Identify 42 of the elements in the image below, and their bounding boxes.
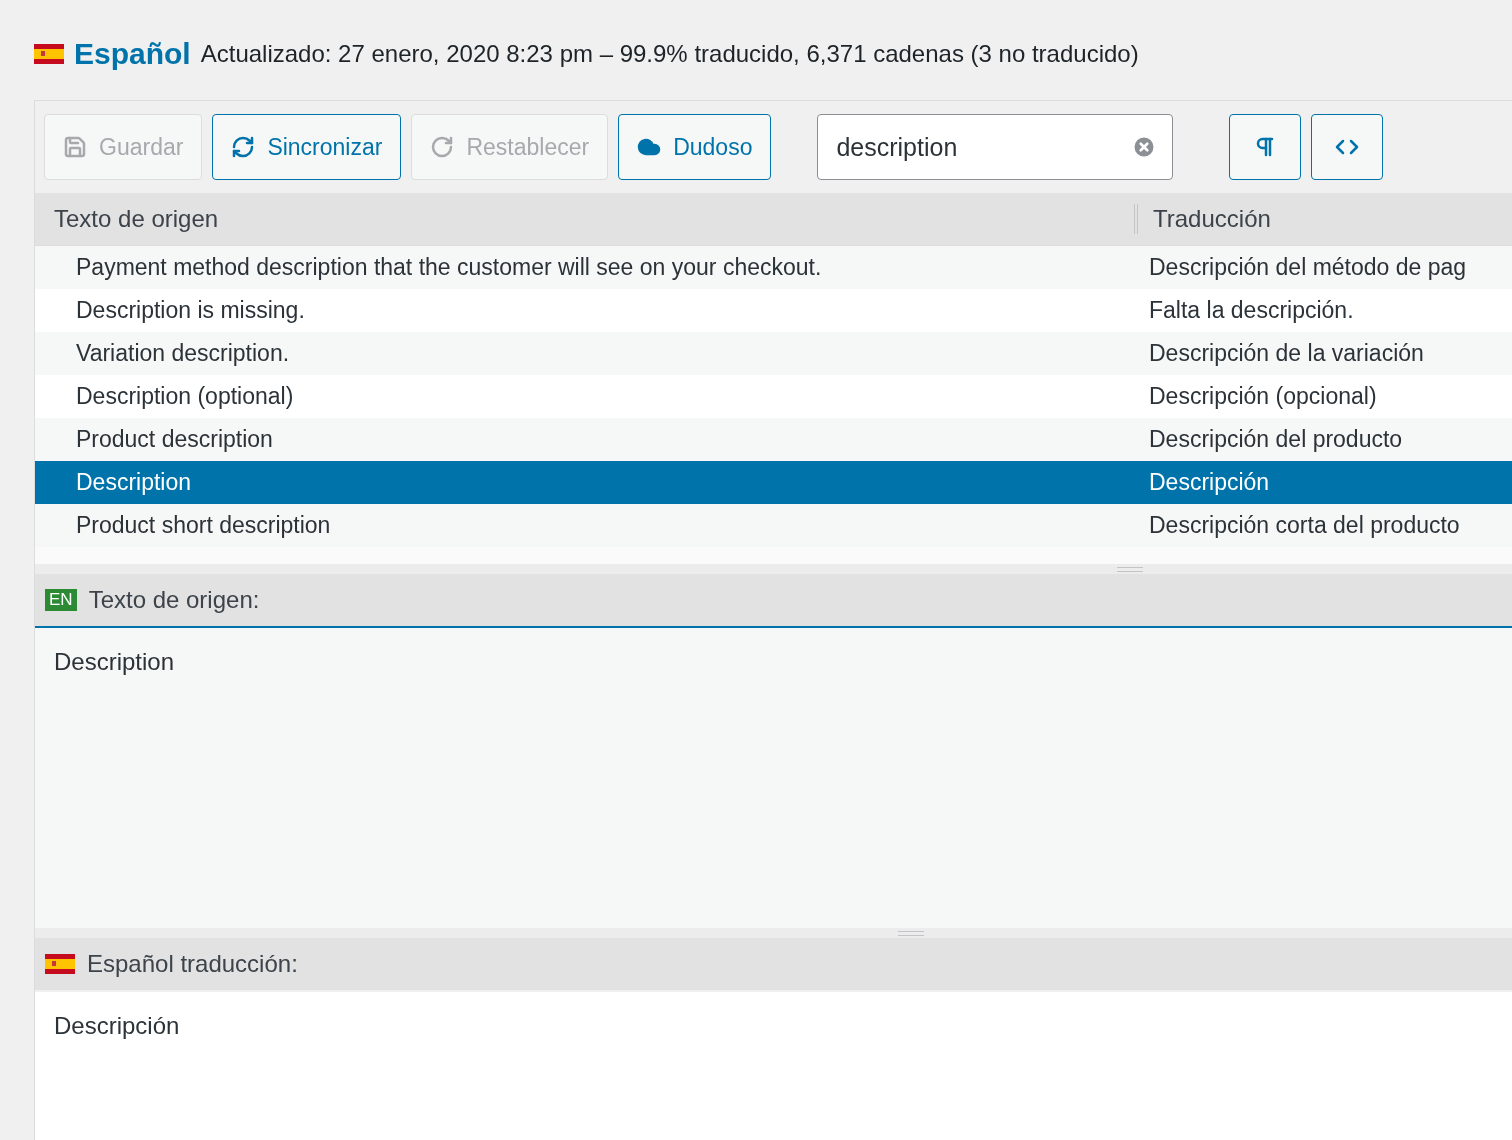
string-row[interactable]: Description is missing. Falta la descripción. [35, 289, 1512, 332]
refresh-icon [231, 135, 256, 159]
sync-button[interactable]: Sincronizar [212, 114, 402, 180]
string-row[interactable]: Variation description. Descripción de la variación [35, 332, 1512, 375]
translation-cell-text: Descripción (opcional) [1148, 383, 1377, 410]
editor-title: Español traducción: [87, 950, 298, 978]
source-cell-text: Description is missing. [75, 297, 306, 324]
search-field[interactable]: description [817, 114, 1174, 180]
source-cell-text: Description (optional) [75, 383, 295, 410]
translation-cell-text: Descripción del método de pag [1148, 254, 1467, 281]
translation-field[interactable]: Descripción [35, 992, 1512, 1140]
fuzzy-button[interactable]: Dudoso [618, 114, 772, 180]
language-badge: EN [45, 589, 77, 611]
rotate-icon [430, 135, 455, 159]
translation-cell-text: Falta la descripción. [1148, 297, 1354, 324]
translation-cell-text: Descripción del producto [1148, 426, 1403, 453]
source-cell-text: Product description [75, 426, 274, 453]
language-name: Español [74, 37, 191, 71]
string-row[interactable]: Description Descripción [35, 461, 1512, 504]
source-cell-text: Product short description [75, 512, 332, 539]
source-cell-text: Payment method description that the customer will see on your checkout. [75, 254, 823, 281]
source-cell-text: Description [75, 469, 193, 496]
translation-cell-text: Descripción corta del producto [1148, 512, 1460, 539]
column-header[interactable]: Texto de origen [35, 205, 1134, 233]
translation-status: Actualizado: 27 enero, 2020 8:23 pm – 99.9% traducido, 6,371 cadenas (3 no traducido) [200, 40, 1139, 68]
string-row[interactable]: Product short description Descripción corta del producto [35, 504, 1512, 547]
spanish-flag-icon [34, 44, 64, 64]
invisibles-toggle[interactable] [1229, 114, 1302, 180]
save-icon [63, 135, 87, 159]
code-view-toggle[interactable] [1311, 114, 1384, 180]
source-text: Description [35, 628, 1512, 928]
editor-title: Texto de origen: [88, 586, 260, 614]
column-header[interactable]: Traducción [1134, 204, 1271, 234]
resize-handle[interactable] [898, 930, 924, 936]
resize-handle[interactable] [1117, 566, 1143, 572]
spanish-flag-icon [45, 954, 75, 974]
translation-cell-text: Descripción [1148, 469, 1270, 496]
string-row[interactable]: Payment method description that the customer will see on your checkout. Descripción del método de pag [35, 246, 1512, 289]
source-cell-text: Variation description. [75, 340, 291, 367]
string-row[interactable]: Description (optional) Descripción (opcional) [35, 375, 1512, 418]
string-row[interactable]: Product description Descripción del producto [35, 418, 1512, 461]
translation-cell-text: Descripción de la variación [1148, 340, 1424, 367]
